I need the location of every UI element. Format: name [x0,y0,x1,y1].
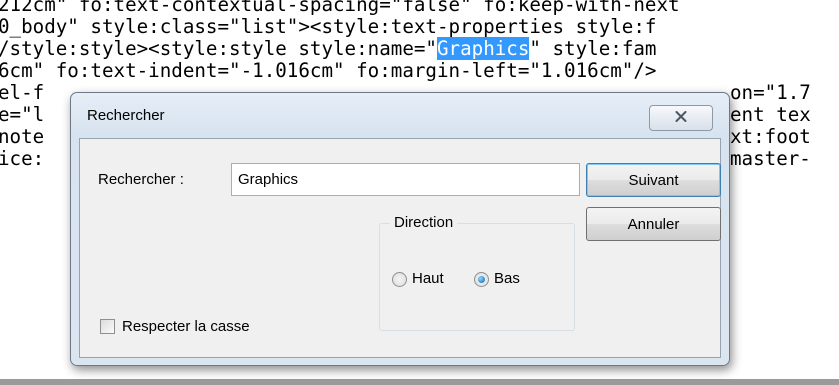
code-line: 6cm" fo:text-indent="-1.016cm" fo:margin… [0,59,657,82]
up-radio-label[interactable]: Haut [412,270,444,287]
code-line-partial: e="l [0,103,45,126]
code-line-partial: ent tex [730,103,811,126]
code-line-partial: master- [730,147,811,170]
close-x-icon [675,109,687,127]
find-input[interactable] [231,163,580,196]
direction-group: Direction Haut Bas [379,214,575,331]
dialog-content: Rechercher : Suivant Annuler Direction H… [79,138,721,358]
code-line-partial: xt:foot [730,125,811,148]
code-line: 0_body" style:class="list"><style:text-p… [0,15,657,38]
window-bottom-border [0,379,839,385]
direction-legend: Direction [390,214,458,231]
match-case-label[interactable]: Respecter la casse [122,318,250,335]
up-radio[interactable] [392,272,407,287]
find-dialog: Rechercher Rechercher : Suivant Annuler … [70,92,730,366]
match-case-checkbox[interactable] [100,319,115,334]
close-button[interactable] [649,105,713,131]
down-radio-label[interactable]: Bas [494,270,520,287]
code-line-partial: on="1.7 [730,81,811,104]
code-line-partial: ice: [0,147,45,170]
code-line-partial: note [0,125,45,148]
cancel-button[interactable]: Annuler [586,207,721,241]
radio-selected-dot [478,276,485,283]
dialog-title: Rechercher [87,107,165,124]
next-button[interactable]: Suivant [586,163,721,197]
code-line-partial: el-f [0,81,45,104]
code-line: 212cm" fo:text-contextual-spacing="false… [0,0,680,16]
code-line: /style:style><style:style style:name="Gr… [0,37,657,60]
find-label: Rechercher : [98,171,184,188]
down-radio[interactable] [474,272,489,287]
search-highlight: Graphics [436,37,530,60]
